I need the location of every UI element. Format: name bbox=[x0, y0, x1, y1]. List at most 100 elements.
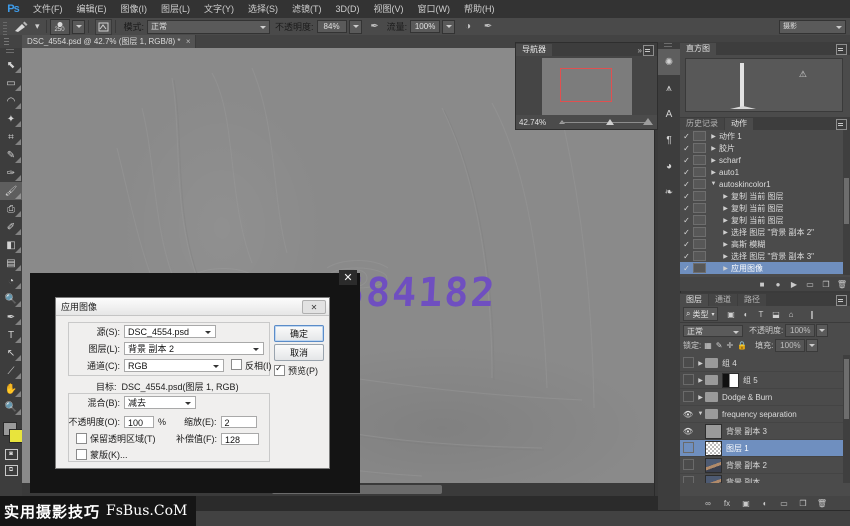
action-dialog-toggle[interactable] bbox=[693, 203, 706, 213]
layer-row[interactable]: 背景 副本 bbox=[680, 474, 843, 483]
flow-stepper[interactable] bbox=[442, 20, 455, 34]
chevron-right-icon[interactable]: ▶ bbox=[720, 217, 731, 224]
flow-value[interactable]: 100% bbox=[410, 20, 440, 33]
menu-item-1[interactable]: 编辑(E) bbox=[70, 0, 114, 18]
layers-menu-icon[interactable] bbox=[836, 295, 847, 306]
rail-color-icon[interactable]: ◕ bbox=[658, 153, 680, 179]
visibility-toggle-icon[interactable] bbox=[680, 442, 696, 455]
chevron-right-icon[interactable]: ▶ bbox=[720, 193, 731, 200]
chevron-right-icon[interactable]: ▶ bbox=[720, 265, 731, 272]
screen-mode-toggle[interactable]: ⧉ bbox=[0, 462, 22, 478]
rail-brushes-icon[interactable]: ❧ bbox=[658, 179, 680, 205]
opacity-value[interactable]: 84% bbox=[317, 20, 347, 33]
action-row[interactable]: ✓▶设置 当前 图层 bbox=[680, 274, 843, 275]
brush-preset-dropdown-icon[interactable]: ▾ bbox=[35, 21, 40, 32]
channel-select[interactable]: RGB bbox=[124, 359, 224, 372]
action-row[interactable]: ✓▶scharf bbox=[680, 154, 843, 166]
zoom-tool[interactable]: 🔍 bbox=[0, 398, 22, 416]
blend-mode-select[interactable]: 正常 bbox=[147, 20, 270, 34]
action-row[interactable]: ✓▶胶片 bbox=[680, 142, 843, 154]
navigator-thumbnail[interactable] bbox=[542, 58, 632, 116]
actions-footer-button-5[interactable]: 🗑 bbox=[834, 278, 850, 290]
visibility-toggle-icon[interactable] bbox=[680, 391, 696, 404]
histogram-menu-icon[interactable] bbox=[836, 44, 847, 55]
chevron-right-icon[interactable]: ▶ bbox=[720, 241, 731, 248]
blend-select[interactable]: 减去 bbox=[124, 396, 196, 409]
mask-checkbox[interactable] bbox=[76, 449, 87, 460]
rail-adjustments-icon[interactable]: ✺ bbox=[658, 49, 680, 75]
layer-row[interactable]: ▶组 5 bbox=[680, 372, 843, 389]
airbrush-icon[interactable]: ◑ bbox=[461, 20, 475, 34]
action-enabled-check[interactable]: ✓ bbox=[680, 228, 693, 237]
layers-footer-button-4[interactable]: ▭ bbox=[778, 498, 790, 510]
layer-thumbnail[interactable] bbox=[705, 441, 722, 456]
actions-scrollbar[interactable] bbox=[843, 130, 850, 275]
tab-bar-grip[interactable] bbox=[2, 37, 12, 47]
color-swatches[interactable] bbox=[0, 420, 22, 446]
visibility-toggle-icon[interactable] bbox=[680, 476, 696, 484]
menu-item-6[interactable]: 滤镜(T) bbox=[285, 0, 329, 18]
marquee-tool[interactable]: ▭ bbox=[0, 74, 22, 92]
action-row[interactable]: ✓▶动作 1 bbox=[680, 130, 843, 142]
tab-actions[interactable]: 动作 bbox=[725, 118, 753, 130]
chevron-right-icon[interactable]: ▶ bbox=[696, 360, 705, 367]
background-color-swatch[interactable] bbox=[9, 429, 23, 443]
layer-row[interactable]: ▶Dodge & Burn bbox=[680, 389, 843, 406]
visibility-toggle-icon[interactable] bbox=[680, 459, 696, 472]
layer-row[interactable]: 👁▼frequency separation bbox=[680, 406, 843, 423]
action-row[interactable]: ✓▶复制 当前 图层 bbox=[680, 190, 843, 202]
filter-type-icon[interactable]: T bbox=[754, 308, 769, 320]
actions-footer-button-1[interactable]: ● bbox=[770, 278, 786, 290]
zoom-in-icon[interactable] bbox=[643, 118, 653, 125]
menu-item-4[interactable]: 文字(Y) bbox=[197, 0, 241, 18]
visibility-toggle-icon[interactable]: 👁 bbox=[680, 427, 696, 436]
layer-fill-stepper[interactable] bbox=[806, 339, 818, 352]
action-enabled-check[interactable]: ✓ bbox=[680, 264, 693, 273]
workspace-switcher[interactable]: 摄影 bbox=[779, 20, 846, 34]
menu-item-3[interactable]: 图层(L) bbox=[154, 0, 197, 18]
chevron-down-icon[interactable]: ▾ bbox=[711, 311, 714, 318]
visibility-toggle-icon[interactable] bbox=[680, 374, 696, 387]
crop-tool[interactable]: ⌗ bbox=[0, 128, 22, 146]
hand-tool[interactable]: ✋ bbox=[0, 380, 22, 398]
filter-pixel-icon[interactable]: ▣ bbox=[724, 308, 739, 320]
action-dialog-toggle[interactable] bbox=[693, 251, 706, 261]
dialog-overlay-close-icon[interactable]: ✕ bbox=[339, 270, 357, 285]
lock-position-icon[interactable]: ✛ bbox=[727, 341, 734, 350]
action-enabled-check[interactable]: ✓ bbox=[680, 132, 693, 141]
navigator-menu-icon[interactable] bbox=[643, 45, 654, 56]
chevron-right-icon[interactable]: ▶ bbox=[696, 377, 705, 384]
brush-size-indicator[interactable]: 250 bbox=[50, 19, 70, 35]
tools-panel-grip[interactable] bbox=[0, 48, 22, 56]
navigator-zoom-value[interactable]: 42.74% bbox=[516, 118, 555, 127]
chevron-right-icon[interactable]: ▼ bbox=[696, 411, 705, 417]
rail-grip[interactable] bbox=[658, 42, 680, 49]
pen-tool[interactable]: ✒ bbox=[0, 308, 22, 326]
layer-select[interactable]: 背景 副本 2 bbox=[124, 342, 264, 355]
action-enabled-check[interactable]: ✓ bbox=[680, 168, 693, 177]
lasso-tool[interactable]: ◠ bbox=[0, 92, 22, 110]
visibility-toggle-icon[interactable]: 👁 bbox=[680, 410, 696, 419]
layers-footer-button-1[interactable]: fx bbox=[721, 498, 733, 510]
action-row[interactable]: ✓▶复制 当前 图层 bbox=[680, 214, 843, 226]
action-dialog-toggle[interactable] bbox=[693, 131, 706, 141]
filter-adjustment-icon[interactable]: ◐ bbox=[739, 308, 754, 320]
action-enabled-check[interactable]: ✓ bbox=[680, 252, 693, 261]
action-enabled-check[interactable]: ✓ bbox=[680, 144, 693, 153]
blur-tool[interactable]: ◔ bbox=[0, 272, 22, 290]
layers-footer-button-2[interactable]: ▣ bbox=[740, 498, 752, 510]
document-tab[interactable]: DSC_4554.psd @ 42.7% (图层 1, RGB/8) * × bbox=[22, 35, 196, 48]
chevron-right-icon[interactable]: ▶ bbox=[720, 253, 731, 260]
menu-item-2[interactable]: 图像(I) bbox=[114, 0, 155, 18]
gradient-tool[interactable]: ▤ bbox=[0, 254, 22, 272]
action-row[interactable]: ✓▶auto1 bbox=[680, 166, 843, 178]
menu-item-0[interactable]: 文件(F) bbox=[26, 0, 70, 18]
action-dialog-toggle[interactable] bbox=[693, 263, 706, 273]
filter-smart-icon[interactable]: ⌂ bbox=[784, 308, 799, 320]
chevron-right-icon[interactable]: ▶ bbox=[708, 145, 719, 152]
layer-blend-mode-select[interactable]: 正常 bbox=[683, 325, 743, 337]
layer-opacity-stepper[interactable] bbox=[816, 324, 828, 337]
history-brush-tool[interactable]: ✐ bbox=[0, 218, 22, 236]
action-enabled-check[interactable]: ✓ bbox=[680, 156, 693, 165]
path-select-tool[interactable]: ↖ bbox=[0, 344, 22, 362]
